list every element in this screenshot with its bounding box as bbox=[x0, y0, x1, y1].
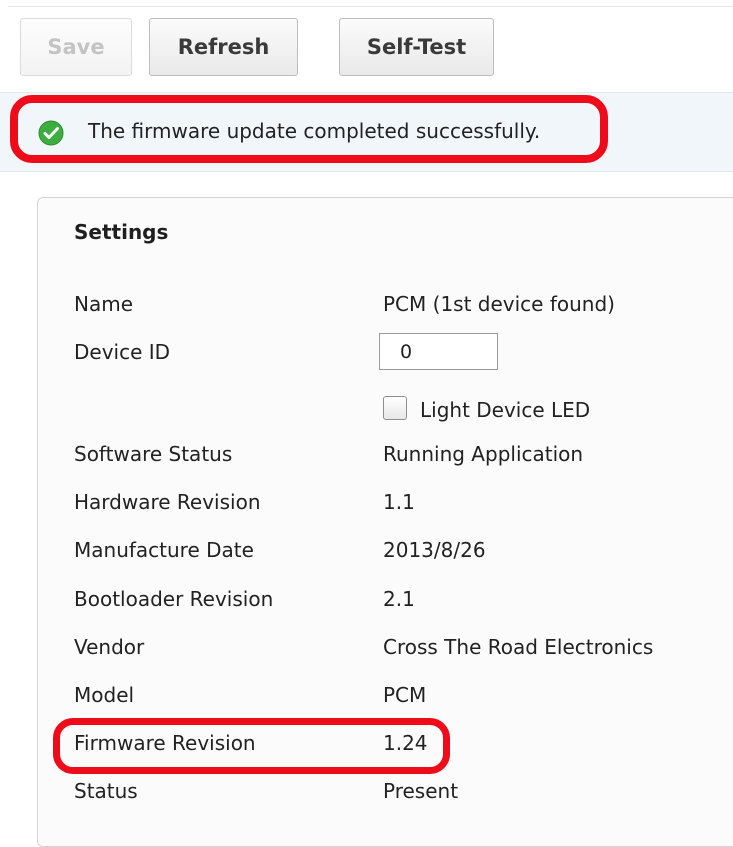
model-value: PCM bbox=[383, 683, 427, 707]
hardware-revision-label: Hardware Revision bbox=[74, 490, 261, 514]
light-led-label[interactable]: Light Device LED bbox=[420, 395, 590, 425]
hardware-revision-value: 1.1 bbox=[383, 490, 415, 514]
manufacture-date-value: 2013/8/26 bbox=[383, 538, 486, 562]
notification-highlight-outline bbox=[10, 95, 608, 163]
status-label: Status bbox=[74, 779, 138, 803]
self-test-button[interactable]: Self-Test bbox=[339, 18, 494, 76]
software-status-label: Software Status bbox=[74, 442, 233, 466]
name-label: Name bbox=[74, 292, 134, 316]
settings-title: Settings bbox=[74, 220, 169, 244]
light-led-checkbox[interactable] bbox=[383, 396, 407, 420]
toolbar: Save Refresh Self-Test bbox=[0, 0, 733, 92]
software-status-value: Running Application bbox=[383, 442, 584, 466]
manufacture-date-label: Manufacture Date bbox=[74, 538, 254, 562]
model-label: Model bbox=[74, 683, 135, 707]
bootloader-revision-value: 2.1 bbox=[383, 587, 415, 611]
refresh-button[interactable]: Refresh bbox=[149, 18, 298, 76]
device-id-input[interactable] bbox=[379, 333, 498, 370]
vendor-label: Vendor bbox=[74, 635, 145, 659]
save-button[interactable]: Save bbox=[20, 18, 132, 76]
firmware-highlight-outline bbox=[53, 718, 450, 774]
status-value: Present bbox=[383, 779, 459, 803]
name-value: PCM (1st device found) bbox=[383, 292, 615, 316]
toolbar-divider bbox=[8, 6, 733, 7]
bootloader-revision-label: Bootloader Revision bbox=[74, 587, 274, 611]
vendor-value: Cross The Road Electronics bbox=[383, 635, 654, 659]
device-id-label: Device ID bbox=[74, 340, 171, 364]
